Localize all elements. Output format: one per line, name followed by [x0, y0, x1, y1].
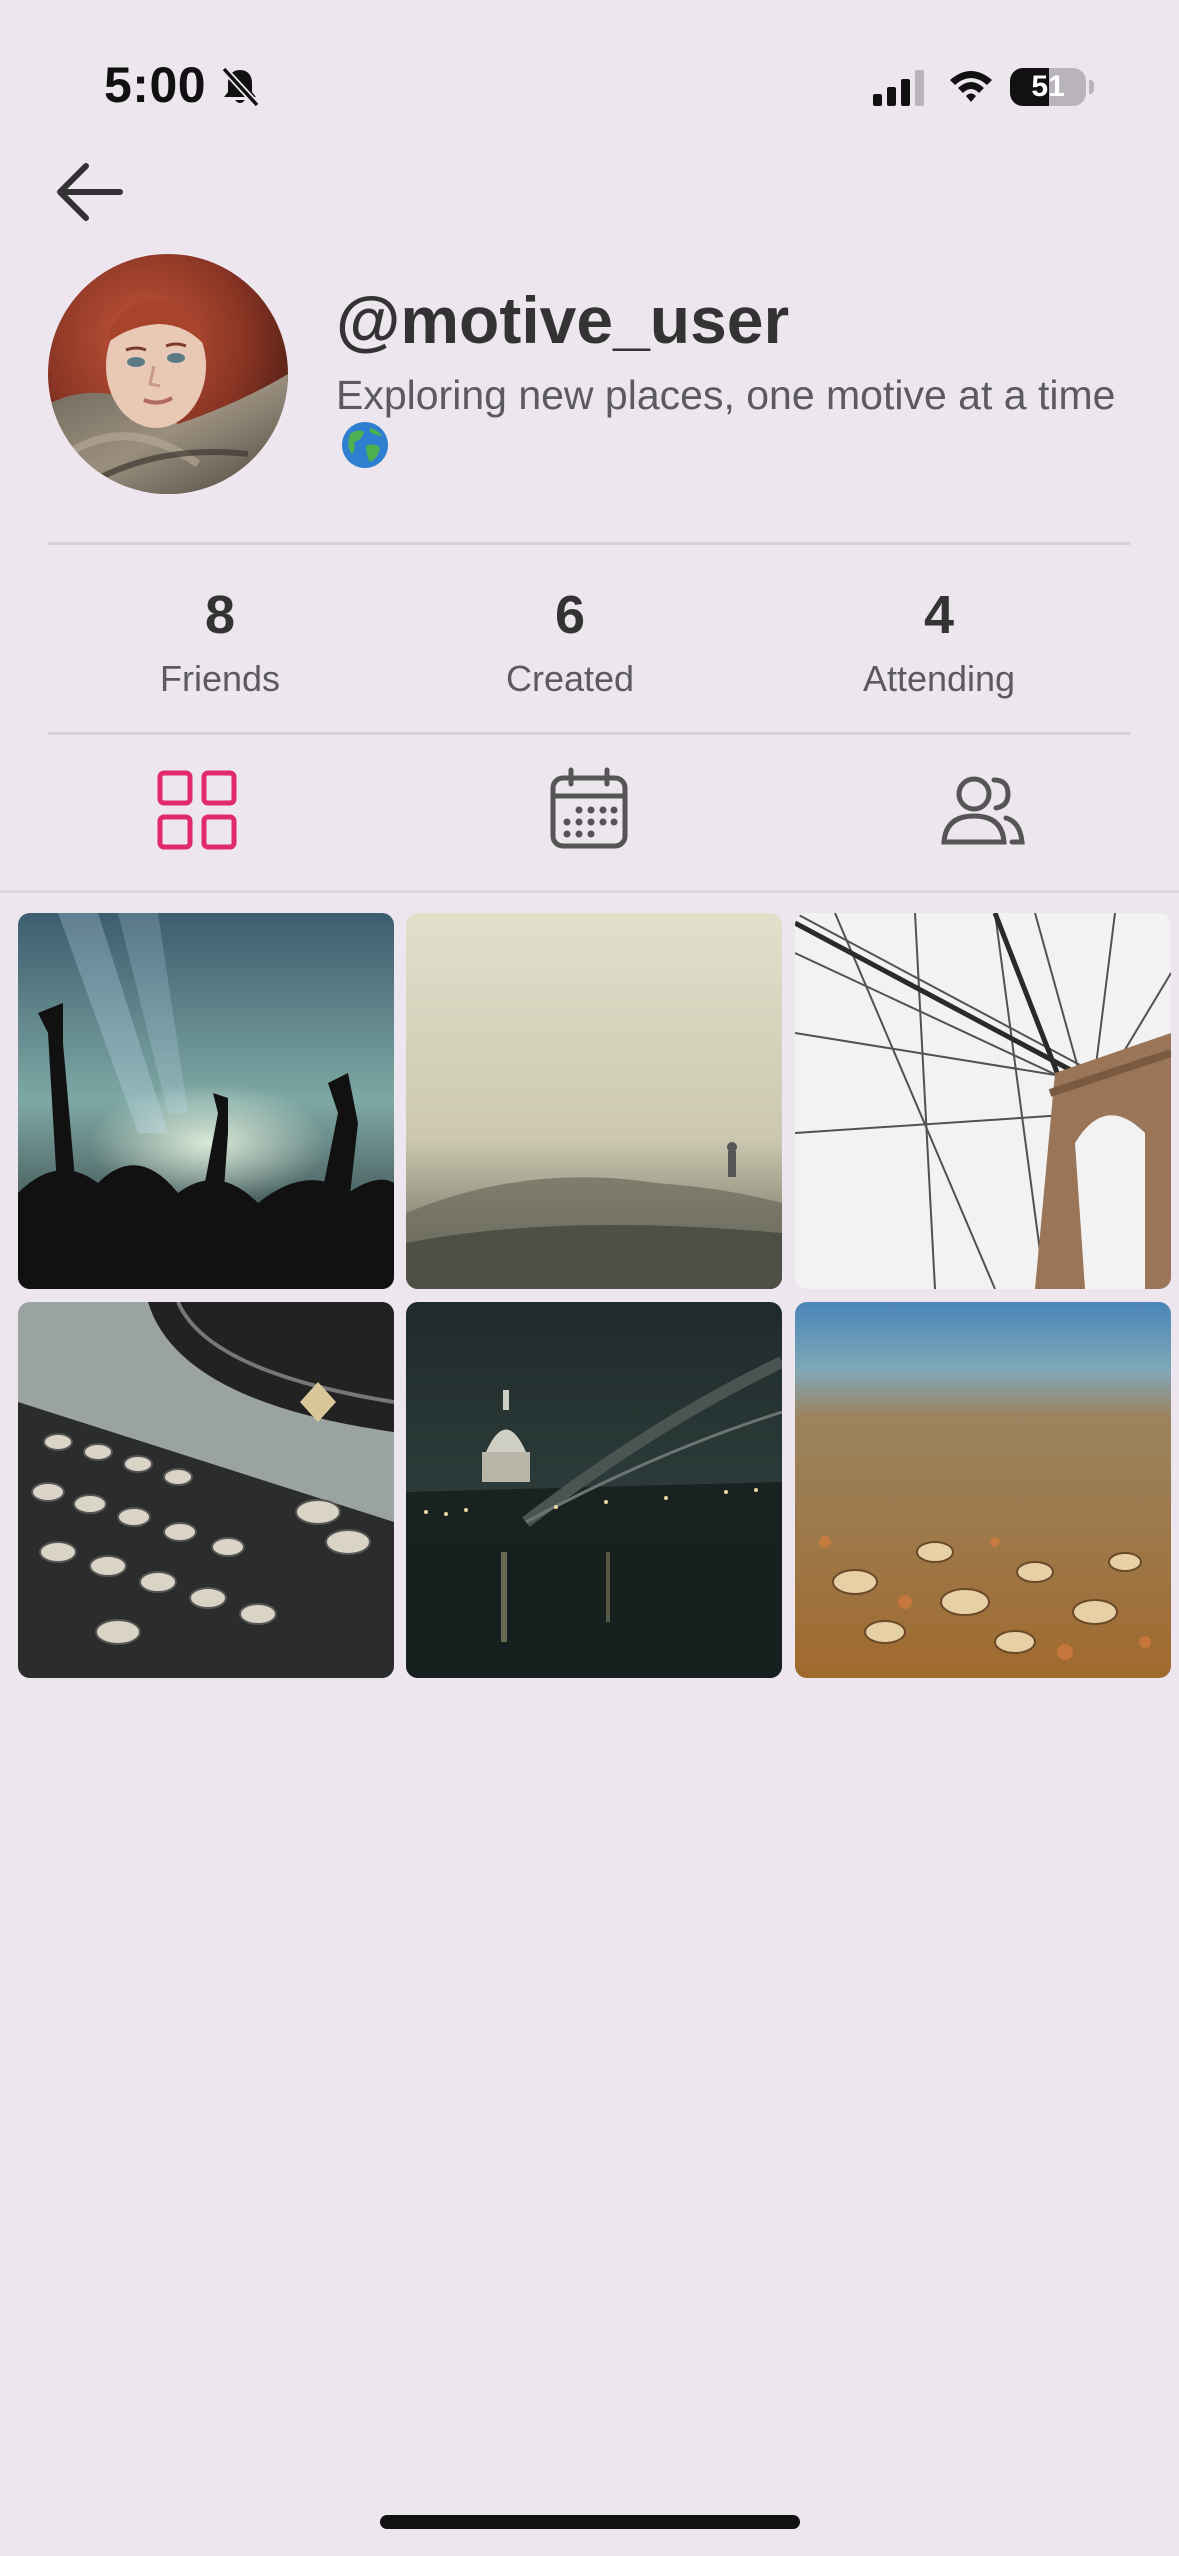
grid-item-bridge[interactable] — [795, 913, 1171, 1289]
bio: Exploring new places, one motive at a ti… — [336, 370, 1126, 472]
profile-divider — [48, 542, 1130, 545]
grid-item-city-night[interactable] — [406, 1302, 782, 1678]
cellular-signal-icon — [873, 70, 924, 106]
battery-percent: 51 — [1031, 70, 1065, 103]
stat-attending-label: Attending — [862, 658, 1016, 699]
battery-icon: 51 — [1010, 68, 1094, 106]
grid-item-foggy-hill[interactable] — [406, 913, 782, 1289]
status-time: 5:00 — [104, 57, 207, 113]
grid-icon — [157, 770, 237, 850]
stat-created[interactable]: 6 Created — [420, 580, 720, 704]
username: @motive_user — [336, 283, 790, 357]
friends-icon — [941, 776, 1025, 845]
back-arrow-icon[interactable] — [50, 158, 130, 226]
stat-attending-value: 4 — [923, 585, 955, 645]
stat-attending[interactable]: 4 Attending — [789, 580, 1089, 704]
stats-divider — [48, 732, 1130, 735]
stat-friends-label: Friends — [159, 658, 281, 699]
bell-muted-icon — [221, 66, 260, 108]
grid-item-beach-shells[interactable] — [795, 1302, 1171, 1678]
tabs-divider — [0, 890, 1179, 893]
calendar-icon — [550, 767, 628, 849]
tab-friends[interactable] — [932, 760, 1032, 860]
stat-friends-value: 8 — [204, 585, 236, 645]
stat-created-label: Created — [505, 658, 635, 699]
grid-item-concert[interactable] — [18, 913, 394, 1289]
status-bar: 5:00 51 — [0, 0, 1179, 170]
bio-text: Exploring new places, one motive at a ti… — [336, 372, 1116, 418]
wifi-icon — [950, 71, 992, 102]
grid-item-typewriter[interactable] — [18, 1302, 394, 1678]
tab-grid[interactable] — [147, 760, 247, 860]
tab-calendar[interactable] — [539, 760, 639, 860]
stat-created-value: 6 — [554, 585, 586, 645]
globe-emoji-icon — [342, 422, 388, 468]
stat-friends[interactable]: 8 Friends — [70, 580, 370, 704]
avatar[interactable] — [48, 254, 288, 494]
home-indicator — [380, 2515, 800, 2529]
